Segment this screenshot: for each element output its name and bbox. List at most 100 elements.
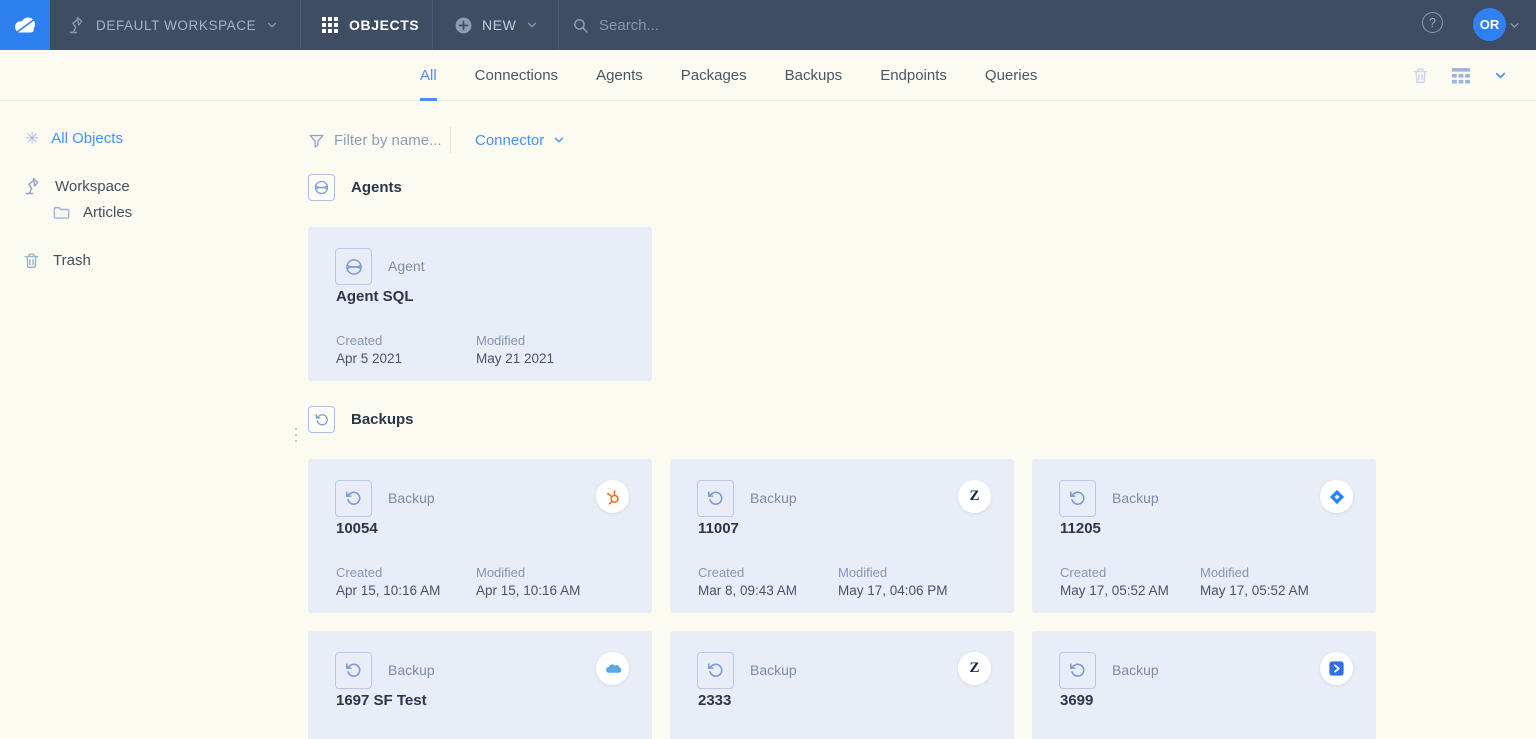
- search-input[interactable]: [599, 17, 819, 34]
- filter-by-name-input[interactable]: [334, 132, 442, 149]
- tab-all[interactable]: All: [420, 50, 437, 101]
- backup-restore-icon: [1059, 652, 1096, 689]
- nav-objects[interactable]: OBJECTS: [322, 0, 419, 50]
- zendesk-logo-icon: Z: [958, 480, 991, 513]
- tab-agents[interactable]: Agents: [596, 50, 643, 101]
- connector-logo-icon: [1320, 652, 1353, 685]
- card-dates: Created Apr 15, 10:16 AM Modified Apr 15…: [336, 565, 580, 598]
- zendesk-glyph: Z: [969, 488, 979, 505]
- created-value: Mar 8, 09:43 AM: [698, 583, 838, 598]
- backup-restore-icon: [335, 652, 372, 689]
- created-label: Created: [336, 565, 476, 580]
- card-type-label: Backup: [388, 490, 435, 506]
- help-icon[interactable]: ?: [1422, 12, 1443, 33]
- objects-label: OBJECTS: [349, 17, 419, 33]
- cloud-logo-icon: [10, 10, 40, 40]
- card-dates: Created May 17, 05:52 AM Modified May 17…: [1060, 565, 1309, 598]
- zendesk-logo-icon: Z: [958, 652, 991, 685]
- created-value: Apr 5 2021: [336, 351, 476, 366]
- modified-value: Apr 15, 10:16 AM: [476, 583, 580, 598]
- section-title: Backups: [351, 411, 414, 428]
- backups-section-header: Backups: [308, 406, 414, 433]
- sidebar-item-label: Articles: [83, 204, 132, 221]
- zendesk-glyph: Z: [969, 660, 979, 677]
- workspace-name: DEFAULT WORKSPACE: [96, 18, 256, 33]
- avatar-chevron-down-icon[interactable]: [1508, 19, 1521, 32]
- tab-queries[interactable]: Queries: [985, 50, 1038, 101]
- created-value: Apr 15, 10:16 AM: [336, 583, 476, 598]
- sidebar-item-trash[interactable]: Trash: [22, 251, 91, 270]
- backup-card[interactable]: Backup 3699: [1032, 631, 1376, 739]
- backup-restore-icon: [1059, 480, 1096, 517]
- backup-card[interactable]: Backup Z 11007 Created Mar 8, 09:43 AM M…: [670, 459, 1014, 613]
- card-title: Agent SQL: [336, 288, 414, 305]
- workspace-selector[interactable]: DEFAULT WORKSPACE: [66, 0, 279, 50]
- agent-icon: [308, 174, 335, 201]
- agents-section-header: Agents: [308, 174, 402, 201]
- sidebar-item-label: All Objects: [51, 130, 123, 147]
- plus-circle-icon: [454, 16, 473, 35]
- object-type-tabbar: All Connections Agents Packages Backups …: [0, 50, 1536, 101]
- card-title: 10054: [336, 520, 378, 537]
- backup-restore-icon: [697, 480, 734, 517]
- sidebar-item-label: Trash: [53, 252, 91, 269]
- tabbar-actions: [1411, 50, 1508, 101]
- asterisk-icon: ✳: [25, 130, 39, 147]
- app-logo[interactable]: [0, 0, 50, 50]
- jira-logo-icon: [1320, 480, 1353, 513]
- backup-card[interactable]: Backup 1697 SF Test: [308, 631, 652, 739]
- card-dates: Created Mar 8, 09:43 AM Modified May 17,…: [698, 565, 948, 598]
- search-icon: [572, 17, 589, 34]
- modified-value: May 17, 05:52 AM: [1200, 583, 1309, 598]
- backup-card[interactable]: Backup 11205 Created May 17, 05:52 AM Mo…: [1032, 459, 1376, 613]
- new-button[interactable]: NEW: [454, 0, 539, 50]
- agent-icon: [335, 248, 372, 285]
- card-title: 11007: [698, 520, 739, 537]
- topbar-divider: [432, 0, 433, 50]
- folder-icon: [52, 203, 71, 222]
- card-title: 2333: [698, 692, 731, 709]
- modified-label: Modified: [476, 333, 554, 348]
- card-view-icon[interactable]: [1452, 68, 1471, 84]
- modified-label: Modified: [1200, 565, 1309, 580]
- created-value: May 17, 05:52 AM: [1060, 583, 1200, 598]
- filter-row: Connector: [308, 126, 566, 154]
- sidebar-item-articles[interactable]: Articles: [52, 203, 132, 222]
- filter-divider: [450, 127, 451, 153]
- sidebar-item-all-objects[interactable]: ✳ All Objects: [25, 130, 123, 147]
- trash-icon: [22, 251, 41, 270]
- backup-card[interactable]: Backup Z 2333: [670, 631, 1014, 739]
- hubspot-logo-icon: [596, 480, 629, 513]
- card-type-label: Backup: [388, 662, 435, 678]
- card-type-label: Backup: [750, 490, 797, 506]
- card-title: 11205: [1060, 520, 1101, 537]
- objects-grid-icon: [322, 17, 338, 33]
- modified-label: Modified: [476, 565, 580, 580]
- workspace-lamp-icon: [66, 15, 87, 36]
- sidebar-item-workspace[interactable]: Workspace: [22, 176, 130, 197]
- agent-card[interactable]: Agent Agent SQL Created Apr 5 2021 Modif…: [308, 227, 652, 381]
- view-chevron-down-icon[interactable]: [1493, 68, 1508, 83]
- filter-funnel-icon: [308, 132, 325, 149]
- card-title: 1697 SF Test: [336, 692, 427, 709]
- tab-connections[interactable]: Connections: [475, 50, 558, 101]
- delete-trash-icon[interactable]: [1411, 66, 1430, 85]
- backup-restore-icon: [697, 652, 734, 689]
- tab-endpoints[interactable]: Endpoints: [880, 50, 947, 101]
- topbar-divider: [558, 0, 559, 50]
- drag-handle[interactable]: [295, 428, 297, 442]
- tab-packages[interactable]: Packages: [681, 50, 747, 101]
- connector-filter-label: Connector: [475, 132, 544, 149]
- created-label: Created: [698, 565, 838, 580]
- connector-filter-dropdown[interactable]: Connector: [475, 132, 566, 149]
- sidebar-item-label: Workspace: [55, 178, 130, 195]
- section-title: Agents: [351, 179, 402, 196]
- created-label: Created: [1060, 565, 1200, 580]
- workspace-lamp-icon: [22, 176, 43, 197]
- app-root: DEFAULT WORKSPACE OBJECTS NEW: [0, 0, 1536, 739]
- avatar[interactable]: OR: [1473, 8, 1506, 41]
- card-type-label: Backup: [1112, 662, 1159, 678]
- backup-card[interactable]: Backup 10054 Created Apr 15, 10:16 AM Mo…: [308, 459, 652, 613]
- global-search: [572, 0, 819, 50]
- tab-backups[interactable]: Backups: [785, 50, 843, 101]
